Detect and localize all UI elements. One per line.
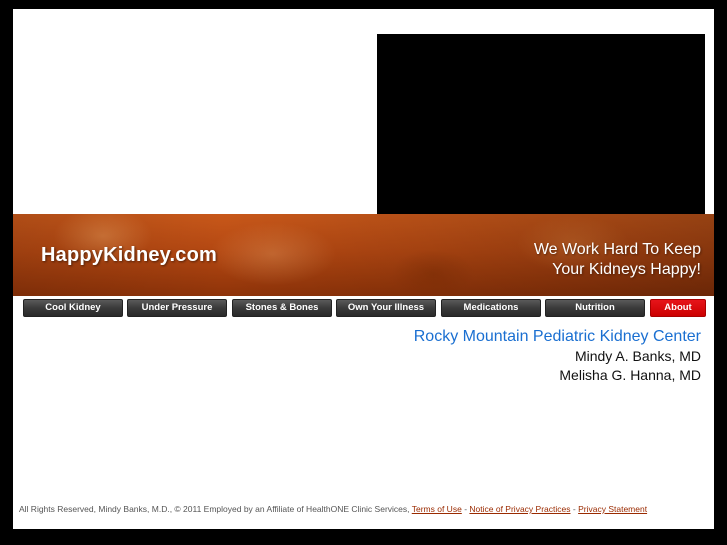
nav-nutrition[interactable]: Nutrition bbox=[545, 299, 645, 317]
privacy-statement-link[interactable]: Privacy Statement bbox=[578, 504, 647, 514]
page-frame: HappyKidney.com We Work Hard To Keep You… bbox=[13, 9, 714, 529]
privacy-practices-link[interactable]: Notice of Privacy Practices bbox=[469, 504, 570, 514]
footer-separator: - bbox=[464, 504, 468, 514]
tagline: We Work Hard To Keep Your Kidneys Happy! bbox=[534, 240, 701, 280]
center-name: Rocky Mountain Pediatric Kidney Center bbox=[413, 328, 701, 345]
tagline-line-2: Your Kidneys Happy! bbox=[552, 261, 701, 278]
nav-under-pressure[interactable]: Under Pressure bbox=[127, 299, 227, 317]
nav-stones-bones[interactable]: Stones & Bones bbox=[232, 299, 332, 317]
main-nav: Cool Kidney Under Pressure Stones & Bone… bbox=[23, 299, 708, 317]
doctor-name: Mindy A. Banks, MD bbox=[574, 348, 701, 364]
tagline-line-1: We Work Hard To Keep bbox=[533, 241, 701, 258]
nav-cool-kidney[interactable]: Cool Kidney bbox=[23, 299, 123, 317]
video-player[interactable] bbox=[377, 34, 705, 238]
terms-of-use-link[interactable]: Terms of Use bbox=[412, 504, 462, 514]
nav-about[interactable]: About bbox=[650, 299, 706, 317]
nav-medications[interactable]: Medications bbox=[441, 299, 541, 317]
center-info: Rocky Mountain Pediatric Kidney Center M… bbox=[414, 327, 701, 385]
nav-own-your-illness[interactable]: Own Your Illness bbox=[336, 299, 436, 317]
footer: All Rights Reserved, Mindy Banks, M.D., … bbox=[19, 504, 709, 514]
doctor-name: Melisha G. Hanna, MD bbox=[559, 367, 701, 383]
site-logo[interactable]: HappyKidney.com bbox=[41, 244, 217, 267]
header-banner: HappyKidney.com We Work Hard To Keep You… bbox=[13, 214, 714, 296]
footer-separator: - bbox=[572, 504, 576, 514]
copyright-text: All Rights Reserved, Mindy Banks, M.D., … bbox=[19, 504, 410, 514]
